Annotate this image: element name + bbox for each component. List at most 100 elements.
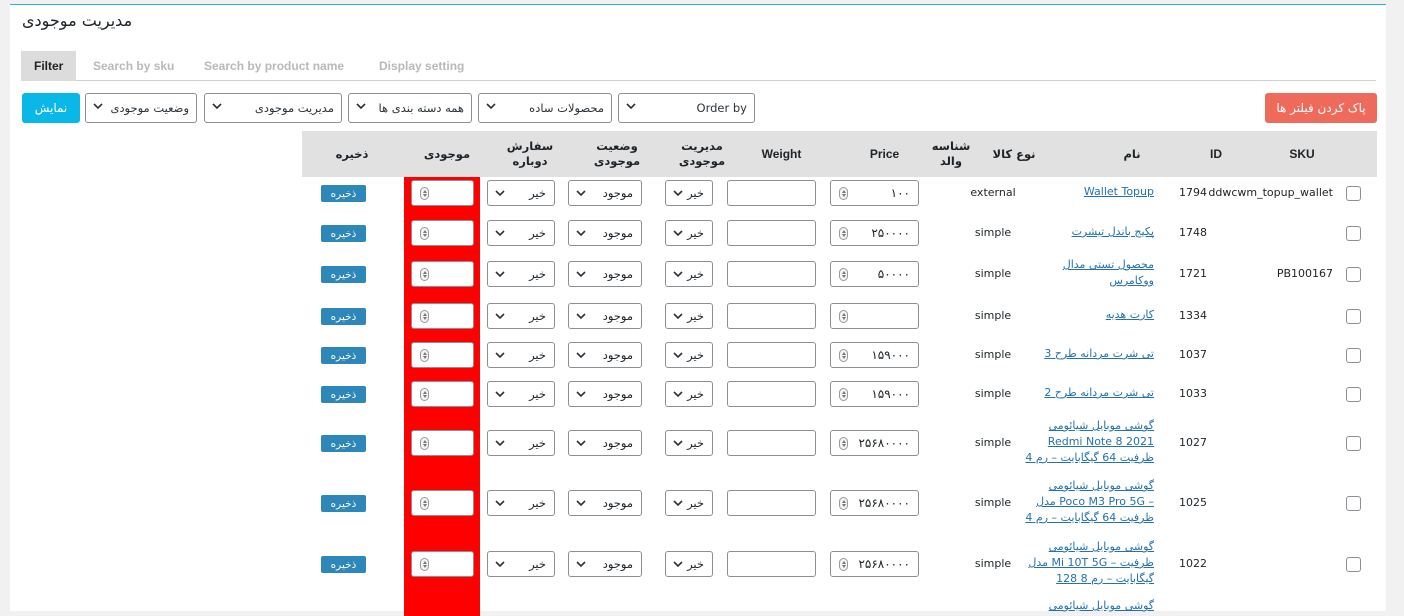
spinner-icon[interactable] [420,349,429,362]
row-select-checkbox[interactable] [1346,436,1361,451]
spinner-icon[interactable] [420,268,429,281]
row-select-checkbox[interactable] [1346,309,1361,324]
row-select-checkbox[interactable] [1346,226,1361,241]
spinner-icon[interactable] [839,497,848,510]
manage-stock-dropdown[interactable]: خیر [665,220,713,246]
tab-filter[interactable]: Filter [21,51,77,81]
weight-input[interactable] [727,490,816,516]
stock-quantity-input[interactable] [411,430,474,456]
manage-stock-dropdown[interactable]: خیر [665,261,713,287]
manage-stock-dropdown[interactable]: خیر [665,342,713,368]
stock-status-dropdown[interactable]: موجود [568,490,642,516]
weight-input[interactable] [727,381,816,407]
manage-stock-dropdown[interactable]: خیر [665,490,713,516]
stock-quantity-input[interactable] [411,490,474,516]
row-select-checkbox[interactable] [1346,186,1361,201]
product-name-link[interactable]: تی شرت مردانه طرح 2 [1012,385,1154,401]
row-select-checkbox[interactable] [1346,267,1361,282]
backorder-dropdown[interactable]: خیر [487,220,555,246]
weight-input[interactable] [727,430,816,456]
row-select-checkbox[interactable] [1346,348,1361,363]
manage-stock-select[interactable]: مدیریت موجودی [204,93,342,123]
spinner-icon[interactable] [420,187,429,200]
backorder-dropdown[interactable]: خیر [487,261,555,287]
order-by-select[interactable]: Order by [618,93,755,123]
category-select[interactable]: همه دسته بندی ها [348,93,472,123]
weight-input[interactable] [727,342,816,368]
spinner-icon[interactable] [420,227,429,240]
spinner-icon[interactable] [839,437,848,450]
price-input[interactable]: ۲۵۶۸۰۰۰۰ [830,490,919,516]
stock-status-dropdown[interactable]: موجود [568,261,642,287]
save-button[interactable]: ذخیره [321,347,366,364]
save-button[interactable]: ذخیره [321,225,366,242]
price-input[interactable]: ۲۵۶۸۰۰۰۰ [830,551,919,577]
save-button[interactable]: ذخیره [321,495,366,512]
stock-status-dropdown[interactable]: موجود [568,303,642,329]
spinner-icon[interactable] [839,187,848,200]
stock-quantity-input[interactable] [411,551,474,577]
stock-status-dropdown[interactable]: موجود [568,381,642,407]
backorder-dropdown[interactable]: خیر [487,430,555,456]
backorder-dropdown[interactable]: خیر [487,490,555,516]
weight-input[interactable] [727,551,816,577]
stock-quantity-input[interactable] [411,381,474,407]
save-button[interactable]: ذخیره [321,556,366,573]
backorder-dropdown[interactable]: خیر [487,180,555,206]
spinner-icon[interactable] [420,558,429,571]
spinner-icon[interactable] [420,310,429,323]
weight-input[interactable] [727,220,816,246]
manage-stock-dropdown[interactable]: خیر [665,430,713,456]
product-name-link[interactable]: تی شرت مردانه طرح 3 [1012,346,1154,362]
product-name-link[interactable]: محصول تستی مدال ووکامرس [1012,257,1154,289]
backorder-dropdown[interactable]: خیر [487,551,555,577]
row-select-checkbox[interactable] [1346,387,1361,402]
manage-stock-dropdown[interactable]: خیر [665,381,713,407]
stock-status-dropdown[interactable]: موجود [568,551,642,577]
row-select-checkbox[interactable] [1346,496,1361,511]
manage-stock-dropdown[interactable]: خیر [665,303,713,329]
price-input[interactable] [830,303,919,329]
product-name-link[interactable]: Wallet Topup [1012,184,1154,200]
save-button[interactable]: ذخیره [321,308,366,325]
stock-quantity-input[interactable] [411,220,474,246]
show-button[interactable]: نمایش [22,93,80,123]
stock-status-dropdown[interactable]: موجود [568,180,642,206]
weight-input[interactable] [727,180,816,206]
backorder-dropdown[interactable]: خیر [487,381,555,407]
manage-stock-dropdown[interactable]: خیر [665,180,713,206]
stock-quantity-input[interactable] [411,261,474,287]
price-input[interactable]: ۵۰۰۰۰ [830,261,919,287]
tab-display-setting[interactable]: Display setting [379,51,464,81]
spinner-icon[interactable] [420,437,429,450]
stock-status-dropdown[interactable]: موجود [568,220,642,246]
spinner-icon[interactable] [839,268,848,281]
stock-quantity-input[interactable] [411,180,474,206]
save-button[interactable]: ذخیره [321,435,366,452]
spinner-icon[interactable] [839,349,848,362]
price-input[interactable]: ۲۵۶۸۰۰۰۰ [830,430,919,456]
product-name-link[interactable]: کارت هدیه [1012,307,1154,323]
backorder-dropdown[interactable]: خیر [487,342,555,368]
stock-status-dropdown[interactable]: موجود [568,430,642,456]
stock-status-select[interactable]: وضعیت موجودی [85,93,197,123]
save-button[interactable]: ذخیره [321,266,366,283]
stock-quantity-input[interactable] [411,303,474,329]
stock-status-dropdown[interactable]: موجود [568,342,642,368]
tab-search-by-sku[interactable]: Search by sku [93,51,174,81]
stock-quantity-input[interactable] [411,342,474,368]
spinner-icon[interactable] [420,388,429,401]
row-select-checkbox[interactable] [1346,557,1361,572]
tab-search-by-product-name[interactable]: Search by product name [204,51,344,81]
backorder-dropdown[interactable]: خیر [487,303,555,329]
manage-stock-dropdown[interactable]: خیر [665,551,713,577]
product-name-link[interactable]: گوشی موبایل شیائومی [1012,598,1154,614]
spinner-icon[interactable] [839,388,848,401]
spinner-icon[interactable] [839,227,848,240]
weight-input[interactable] [727,303,816,329]
price-input[interactable]: ۱۵۹۰۰۰ [830,342,919,368]
save-button[interactable]: ذخیره [321,185,366,202]
spinner-icon[interactable] [839,558,848,571]
product-name-link[interactable]: گوشی موبایل شیائومی مدل Mi 10T 5G – ظرفیت… [1012,539,1154,587]
price-input[interactable]: ۱۵۹۰۰۰ [830,381,919,407]
